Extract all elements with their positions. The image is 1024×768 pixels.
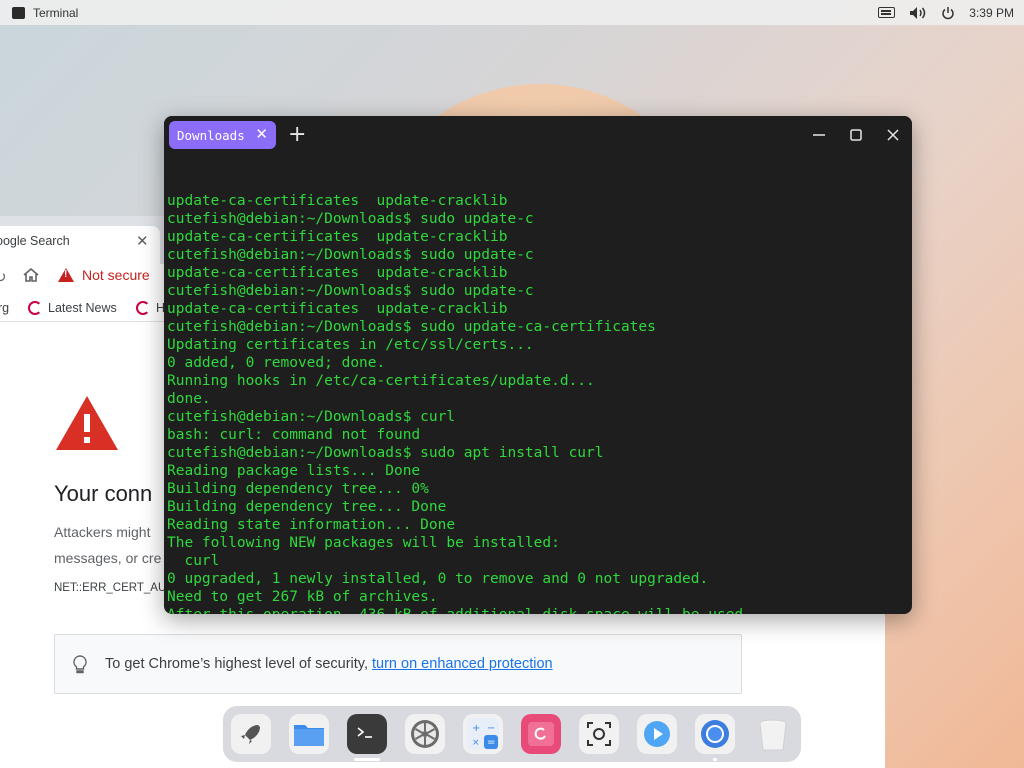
terminal-titlebar[interactable]: Downloads ✕ + <box>164 116 912 156</box>
terminal-running-indicator <box>354 758 380 761</box>
terminal-tab[interactable]: Downloads ✕ <box>169 121 276 149</box>
close-icon[interactable]: ✕ <box>255 125 268 143</box>
not-secure-chip[interactable]: Not secure <box>58 267 150 283</box>
chromium-icon[interactable] <box>695 714 735 754</box>
terminal-line: bash: curl: command not found <box>167 427 421 443</box>
screenshot-icon[interactable] <box>579 714 619 754</box>
terminal-app-icon <box>12 6 25 19</box>
terminal-line: Updating certificates in /etc/ssl/certs.… <box>167 337 534 353</box>
bookmark-label: rg <box>0 301 10 315</box>
debian-icon <box>136 301 150 315</box>
enhanced-protection-link[interactable]: turn on enhanced protection <box>372 656 553 672</box>
bookmark-item[interactable]: Latest News <box>28 301 117 315</box>
terminal-line: cutefish@debian:~/Downloads$ curl <box>167 409 456 425</box>
terminal-line: cutefish@debian:~/Downloads$ sudo update… <box>167 319 656 335</box>
terminal-line: After this operation, 436 kB of addition… <box>167 606 907 614</box>
terminal-line: cutefish@debian:~/Downloads$ sudo apt in… <box>167 445 604 461</box>
terminal-line: done. <box>167 391 211 407</box>
trash-icon[interactable] <box>753 714 793 754</box>
terminal-line: Reading package lists... Done <box>167 463 421 479</box>
dock: + − × = <box>223 706 801 762</box>
bookmark-item[interactable]: H <box>136 301 165 315</box>
terminal-tab-label: Downloads <box>177 127 245 143</box>
terminal-line: cutefish@debian:~/Downloads$ sudo update… <box>167 247 534 263</box>
top-panel: Terminal 3:39 PM <box>0 0 1024 25</box>
warning-triangle-icon <box>56 396 118 450</box>
close-window-icon[interactable] <box>884 126 902 144</box>
terminal-line: update-ca-certificates update-cracklib <box>167 193 508 209</box>
error-code: NET::ERR_CERT_AU <box>54 582 167 594</box>
svg-text:×: × <box>472 738 480 748</box>
chrome-tab[interactable]: oogle Search ✕ <box>0 226 160 264</box>
terminal-line: Need to get 267 kB of archives. <box>167 589 438 605</box>
terminal-line: 0 upgraded, 1 newly installed, 0 to remo… <box>167 571 709 587</box>
calculator-icon[interactable]: + − × = <box>463 714 503 754</box>
svg-text:+: + <box>472 723 480 734</box>
reload-icon[interactable]: ↻ <box>0 268 7 286</box>
lightbulb-icon <box>73 655 87 674</box>
keyboard-icon[interactable] <box>878 7 896 18</box>
power-icon[interactable] <box>941 6 955 20</box>
debian-app-icon[interactable] <box>521 714 561 754</box>
launcher-icon[interactable] <box>231 714 271 754</box>
svg-text:=: = <box>487 737 495 748</box>
terminal-line: cutefish@debian:~/Downloads$ sudo update… <box>167 283 534 299</box>
clock[interactable]: 3:39 PM <box>969 6 1014 20</box>
terminal-icon[interactable] <box>347 714 387 754</box>
bookmark-item[interactable]: rg <box>0 301 9 315</box>
terminal-line: update-ca-certificates update-cracklib <box>167 265 508 281</box>
volume-icon[interactable] <box>909 6 927 20</box>
terminal-output[interactable]: update-ca-certificates update-cracklib cu… <box>167 156 907 614</box>
new-tab-button[interactable]: + <box>288 122 306 147</box>
active-app-title: Terminal <box>33 5 79 20</box>
terminal-line: Building dependency tree... 0% <box>167 481 429 497</box>
active-app[interactable]: Terminal <box>12 6 78 20</box>
terminal-line: cutefish@debian:~/Downloads$ sudo update… <box>167 211 534 227</box>
terminal-line: Running hooks in /etc/ca-certificates/up… <box>167 373 595 389</box>
minimize-icon[interactable] <box>810 126 828 144</box>
debian-icon <box>28 301 42 315</box>
files-icon[interactable] <box>289 714 329 754</box>
close-icon[interactable]: ✕ <box>136 232 149 250</box>
settings-icon[interactable] <box>405 714 445 754</box>
terminal-line: update-ca-certificates update-cracklib <box>167 229 508 245</box>
warning-icon <box>58 268 74 282</box>
security-promo-box: To get Chrome’s highest level of securit… <box>54 634 742 694</box>
security-promo-text: To get Chrome’s highest level of securit… <box>105 656 369 672</box>
terminal-window: Downloads ✕ + update-ca-certificates upd… <box>164 116 912 614</box>
error-body: Attackers might messages, or cre <box>54 519 161 571</box>
terminal-line: The following NEW packages will be insta… <box>167 535 560 551</box>
video-player-icon[interactable] <box>637 714 677 754</box>
terminal-line: update-ca-certificates update-cracklib <box>167 301 508 317</box>
error-title: Your conn <box>54 481 153 506</box>
not-secure-label: Not secure <box>82 267 150 283</box>
terminal-line: 0 added, 0 removed; done. <box>167 355 386 371</box>
error-body-line: messages, or cre <box>54 550 162 566</box>
chrome-tab-title: oogle Search <box>0 234 70 248</box>
chromium-running-indicator <box>713 758 717 761</box>
svg-text:−: − <box>487 723 495 734</box>
error-body-line: Attackers might <box>54 524 151 540</box>
terminal-line: Reading state information... Done <box>167 517 456 533</box>
home-icon[interactable] <box>22 266 40 284</box>
terminal-line: Building dependency tree... Done <box>167 499 447 515</box>
maximize-icon[interactable] <box>847 126 865 144</box>
bookmark-label: Latest News <box>48 301 117 315</box>
terminal-line: curl <box>167 553 220 569</box>
